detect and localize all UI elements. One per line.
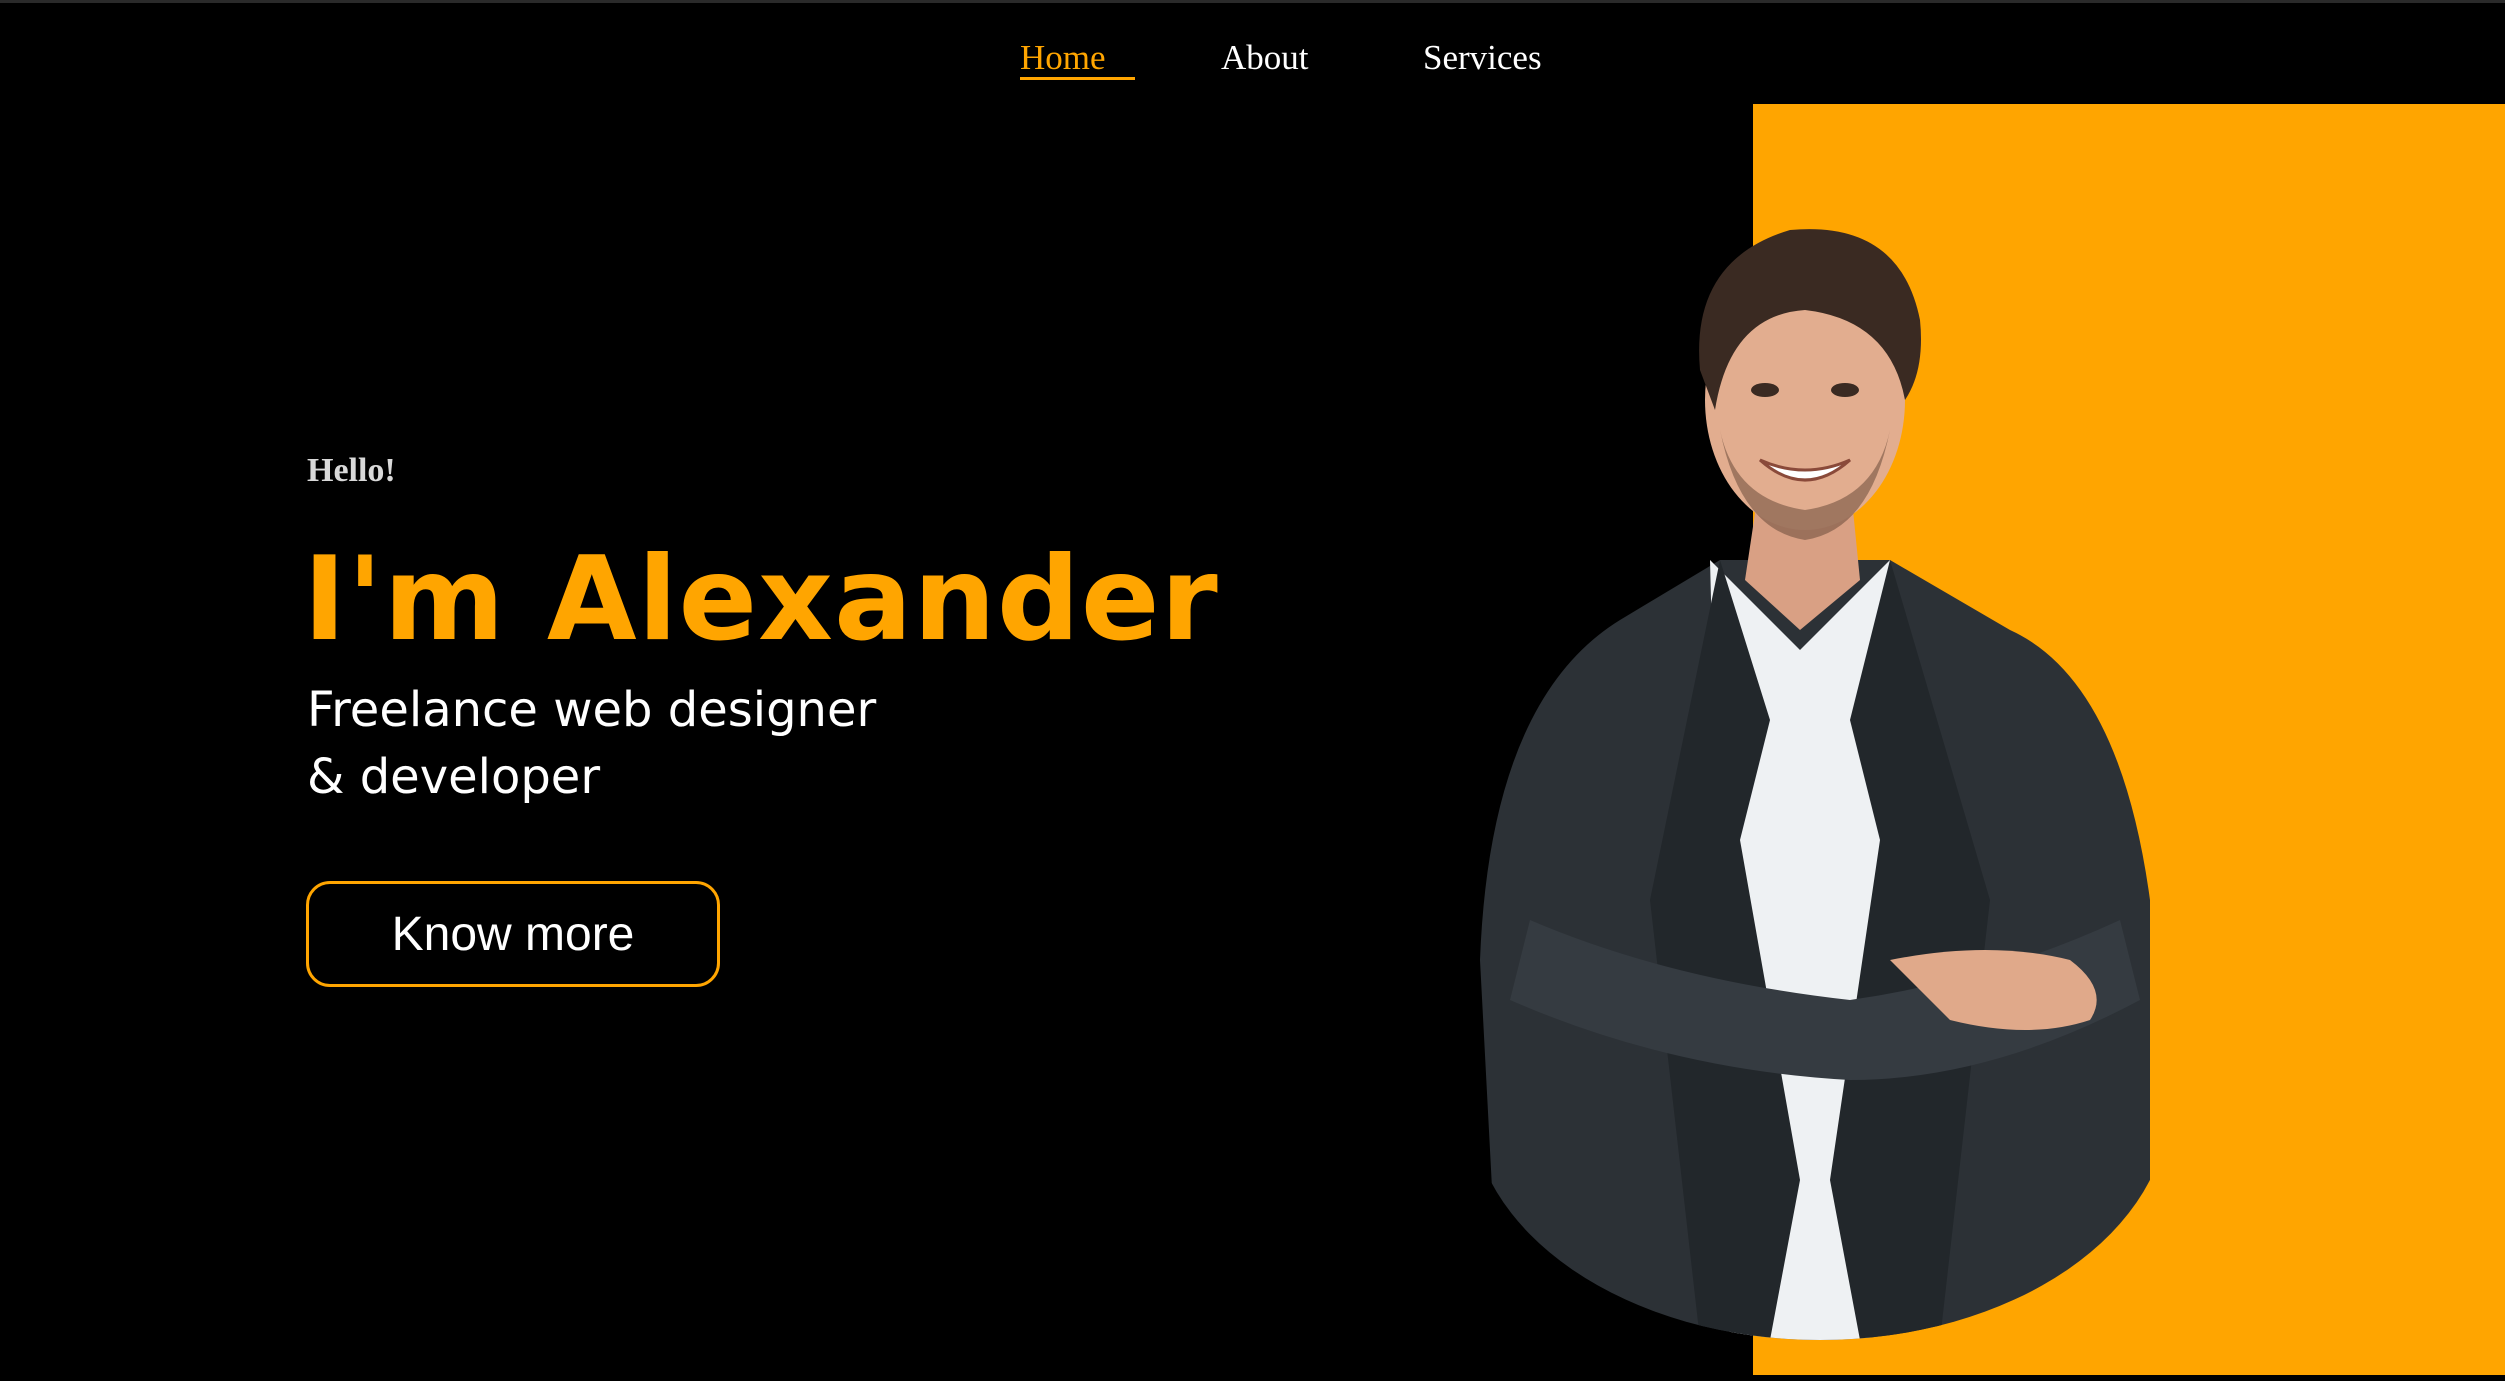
active-nav-underline [1020,77,1135,80]
role-line-1: Freelance web designer [307,682,877,738]
hero-name-heading: I'm Alexander [303,532,1219,667]
person-portrait-icon [1480,229,2150,1340]
greeting-text: Hello! [307,452,396,489]
nav-item-about[interactable]: About [1221,36,1309,80]
main-navigation: Home About Services [0,36,2505,86]
top-border [0,0,2505,3]
nav-item-home[interactable]: Home [1020,36,1106,80]
nav-item-services[interactable]: Services [1423,36,1542,80]
role-line-2: & developer [307,749,601,805]
hero-role: Freelance web designer & developer [307,677,1007,811]
know-more-button[interactable]: Know more [306,881,720,987]
